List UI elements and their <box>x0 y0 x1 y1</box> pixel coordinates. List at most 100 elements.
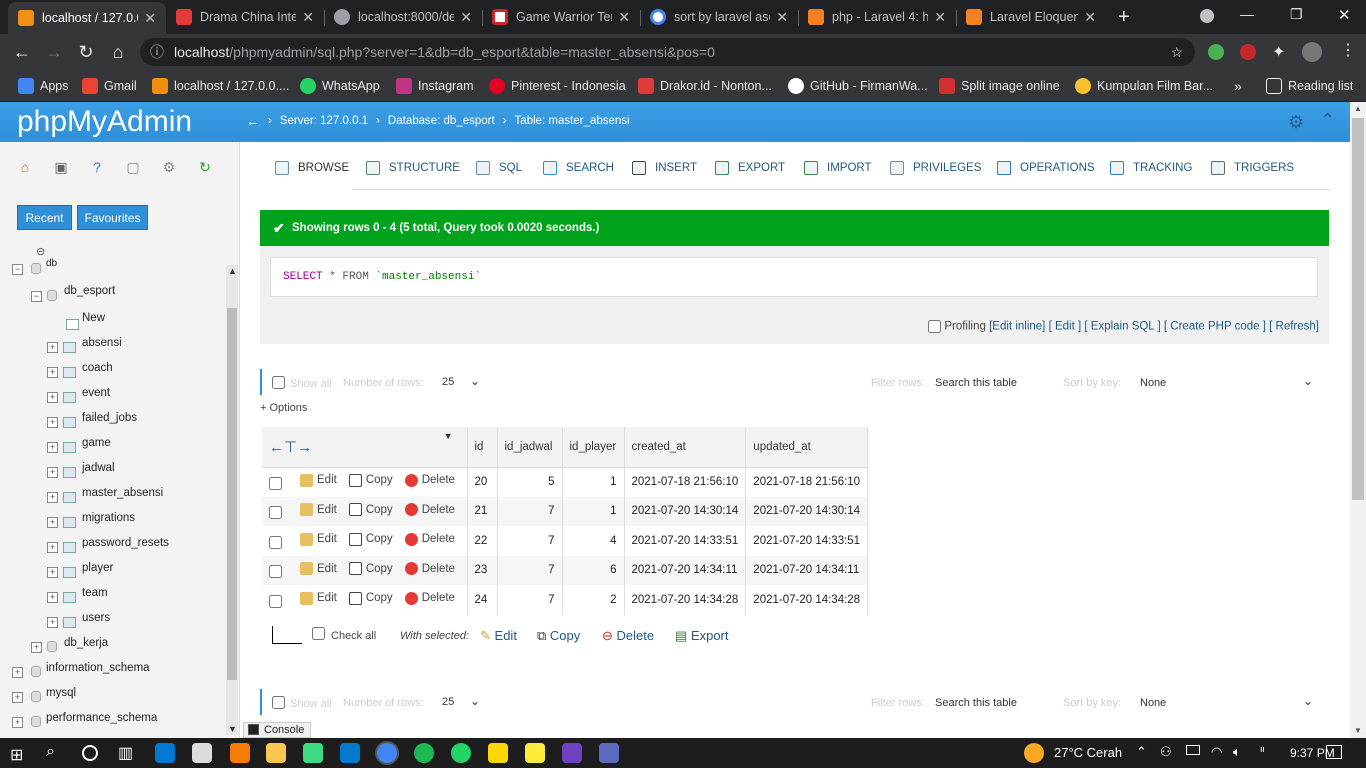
scroll-up-icon[interactable]: ▲ <box>228 266 237 276</box>
cell-updated-at[interactable]: 2021-07-20 14:30:14 <box>745 496 869 526</box>
bulk-export-button[interactable]: ▤ Export <box>675 628 729 644</box>
chevron-down-icon[interactable]: ⌄ <box>470 694 480 708</box>
cell-id-player[interactable]: 6 <box>562 555 625 585</box>
row-edit-button[interactable]: Edit <box>300 503 337 517</box>
favourites-button[interactable]: Favourites <box>77 205 148 230</box>
tree-table-item[interactable]: team <box>82 587 108 599</box>
tree-db-root[interactable]: db <box>46 258 57 269</box>
page-scrollbar-thumb[interactable] <box>1352 118 1364 500</box>
refresh-link[interactable]: [ Refresh] <box>1269 321 1319 333</box>
row-edit-button[interactable]: Edit <box>300 532 337 546</box>
tab-drama[interactable]: Drama China Inte ✕ <box>166 0 324 34</box>
cell-id-player[interactable]: 1 <box>562 467 625 497</box>
cell-id-player[interactable]: 1 <box>562 496 625 526</box>
breadcrumb-database[interactable]: Database: db_esport <box>388 115 495 127</box>
bookmark-github[interactable]: GitHub - FirmanWa... <box>788 76 928 96</box>
cell-id[interactable]: 22 <box>467 526 498 556</box>
site-info-icon[interactable]: ⓘ <box>150 38 164 66</box>
row-copy-button[interactable]: Copy <box>348 562 393 576</box>
expand-toggle-icon[interactable]: + <box>47 517 58 528</box>
bookmark-drakor[interactable]: Drakor.id - Nonton... <box>638 76 772 96</box>
file-explorer-icon[interactable] <box>266 743 286 763</box>
row-copy-button[interactable]: Copy <box>348 503 393 517</box>
cell-created-at[interactable]: 2021-07-20 14:33:51 <box>624 526 747 556</box>
more-bookmarks-icon[interactable]: » <box>1234 76 1242 96</box>
weather-moon-icon[interactable] <box>1024 743 1044 763</box>
explain-sql-link[interactable]: [ Explain SQL ] <box>1084 321 1160 333</box>
maximize-icon[interactable]: ❐ <box>1290 6 1303 23</box>
tree-new-table[interactable]: New <box>82 312 105 324</box>
tree-mysql[interactable]: mysql <box>46 687 76 699</box>
tab-stackoverflow-2[interactable]: Laravel Eloquent ✕ <box>956 0 1106 34</box>
tab-sql[interactable]: SQL <box>476 160 522 176</box>
weather-text[interactable]: 27°C Cerah <box>1054 738 1122 768</box>
bookmark-film[interactable]: Kumpulan Film Bar... <box>1075 76 1213 96</box>
settings-gear-icon[interactable]: ⚙ <box>161 159 177 175</box>
cell-updated-at[interactable]: 2021-07-18 21:56:10 <box>745 467 869 497</box>
profile-avatar[interactable] <box>1302 42 1322 62</box>
close-tab-icon[interactable]: ✕ <box>144 10 156 27</box>
options-toggle[interactable]: + Options <box>260 402 307 414</box>
tab-privileges[interactable]: Privileges <box>890 160 981 176</box>
row-delete-button[interactable]: Delete <box>404 562 455 576</box>
breadcrumb-server[interactable]: Server: 127.0.0.1 <box>280 115 368 127</box>
filter-rows-input[interactable]: Search this table <box>935 377 1017 389</box>
android-studio-icon[interactable] <box>303 743 323 763</box>
expand-toggle-icon[interactable]: + <box>47 467 58 478</box>
bookmark-pinterest[interactable]: Pinterest - Indonesia <box>489 76 626 96</box>
home-icon[interactable]: ⌂ <box>108 42 128 62</box>
cortana-icon[interactable] <box>82 745 98 761</box>
volume-icon[interactable]: 🔈︎ <box>1233 744 1241 760</box>
edit-link[interactable]: [ Edit ] <box>1049 321 1082 333</box>
extensions-puzzle-icon[interactable]: ✦ <box>1272 42 1285 62</box>
github-desktop-icon[interactable] <box>562 743 582 763</box>
tab-tracking[interactable]: Tracking <box>1110 160 1192 176</box>
scroll-down-icon[interactable]: ▼ <box>1354 726 1362 735</box>
expand-toggle-icon[interactable]: + <box>47 542 58 553</box>
row-copy-button[interactable]: Copy <box>348 473 393 487</box>
chrome-menu-icon[interactable]: ⋮ <box>1340 40 1356 60</box>
cell-id-jadwal[interactable]: 7 <box>497 496 563 526</box>
bulk-edit-button[interactable]: ✎ Edit <box>480 628 517 644</box>
xampp-app-icon[interactable] <box>230 743 250 763</box>
bookmark-gmail[interactable]: Gmail <box>82 76 137 96</box>
column-dropdown-icon[interactable]: ▼ <box>444 431 453 441</box>
row-edit-button[interactable]: Edit <box>300 591 337 605</box>
row-edit-button[interactable]: Edit <box>300 562 337 576</box>
tab-insert[interactable]: Insert <box>632 160 697 176</box>
sort-key-select[interactable]: None <box>1140 697 1166 709</box>
extension-icon[interactable] <box>1240 44 1256 60</box>
collapse-toggle-icon[interactable]: − <box>12 264 23 275</box>
expand-toggle-icon[interactable]: + <box>12 692 23 703</box>
forward-icon[interactable]: → <box>44 42 64 62</box>
bookmark-localhost[interactable]: localhost / 127.0.0.... <box>152 76 289 96</box>
cell-id-jadwal[interactable]: 5 <box>497 467 563 497</box>
breadcrumb-table[interactable]: Table: master_absensi <box>515 115 630 127</box>
wifi-icon[interactable]: ◠ <box>1211 744 1222 760</box>
tab-operations[interactable]: Operations <box>997 160 1095 176</box>
expand-toggle-icon[interactable]: + <box>47 592 58 603</box>
tree-table-item[interactable]: player <box>82 562 113 574</box>
expand-toggle-icon[interactable]: + <box>47 342 58 353</box>
row-checkbox[interactable] <box>269 535 282 549</box>
tree-table-item[interactable]: game <box>82 437 111 449</box>
tab-structure[interactable]: Structure <box>366 160 460 176</box>
scroll-down-icon[interactable]: ▼ <box>228 724 237 734</box>
row-delete-button[interactable]: Delete <box>404 473 455 487</box>
console-button[interactable]: Console <box>243 722 311 738</box>
num-rows-select[interactable]: 25 <box>442 696 454 708</box>
create-php-link[interactable]: [ Create PHP code ] <box>1164 321 1266 333</box>
cell-created-at[interactable]: 2021-07-18 21:56:10 <box>624 467 747 497</box>
tab-browse[interactable]: Browse <box>275 160 349 176</box>
reload-icon[interactable]: ↻ <box>76 42 96 62</box>
show-all-checkbox[interactable] <box>272 376 285 389</box>
chevron-down-icon[interactable]: ⌄ <box>1303 374 1313 388</box>
cell-id-jadwal[interactable]: 7 <box>497 526 563 556</box>
windows-start-icon[interactable]: ⊞ <box>10 745 23 765</box>
home-icon[interactable]: ⌂ <box>17 159 33 175</box>
docs-icon[interactable]: ▢ <box>125 159 141 175</box>
tree-table-item[interactable]: absensi <box>82 337 122 349</box>
reading-list-button[interactable]: Reading list <box>1266 76 1353 96</box>
whatsapp-icon[interactable] <box>451 743 471 763</box>
new-tab-button[interactable]: + <box>1118 6 1130 29</box>
